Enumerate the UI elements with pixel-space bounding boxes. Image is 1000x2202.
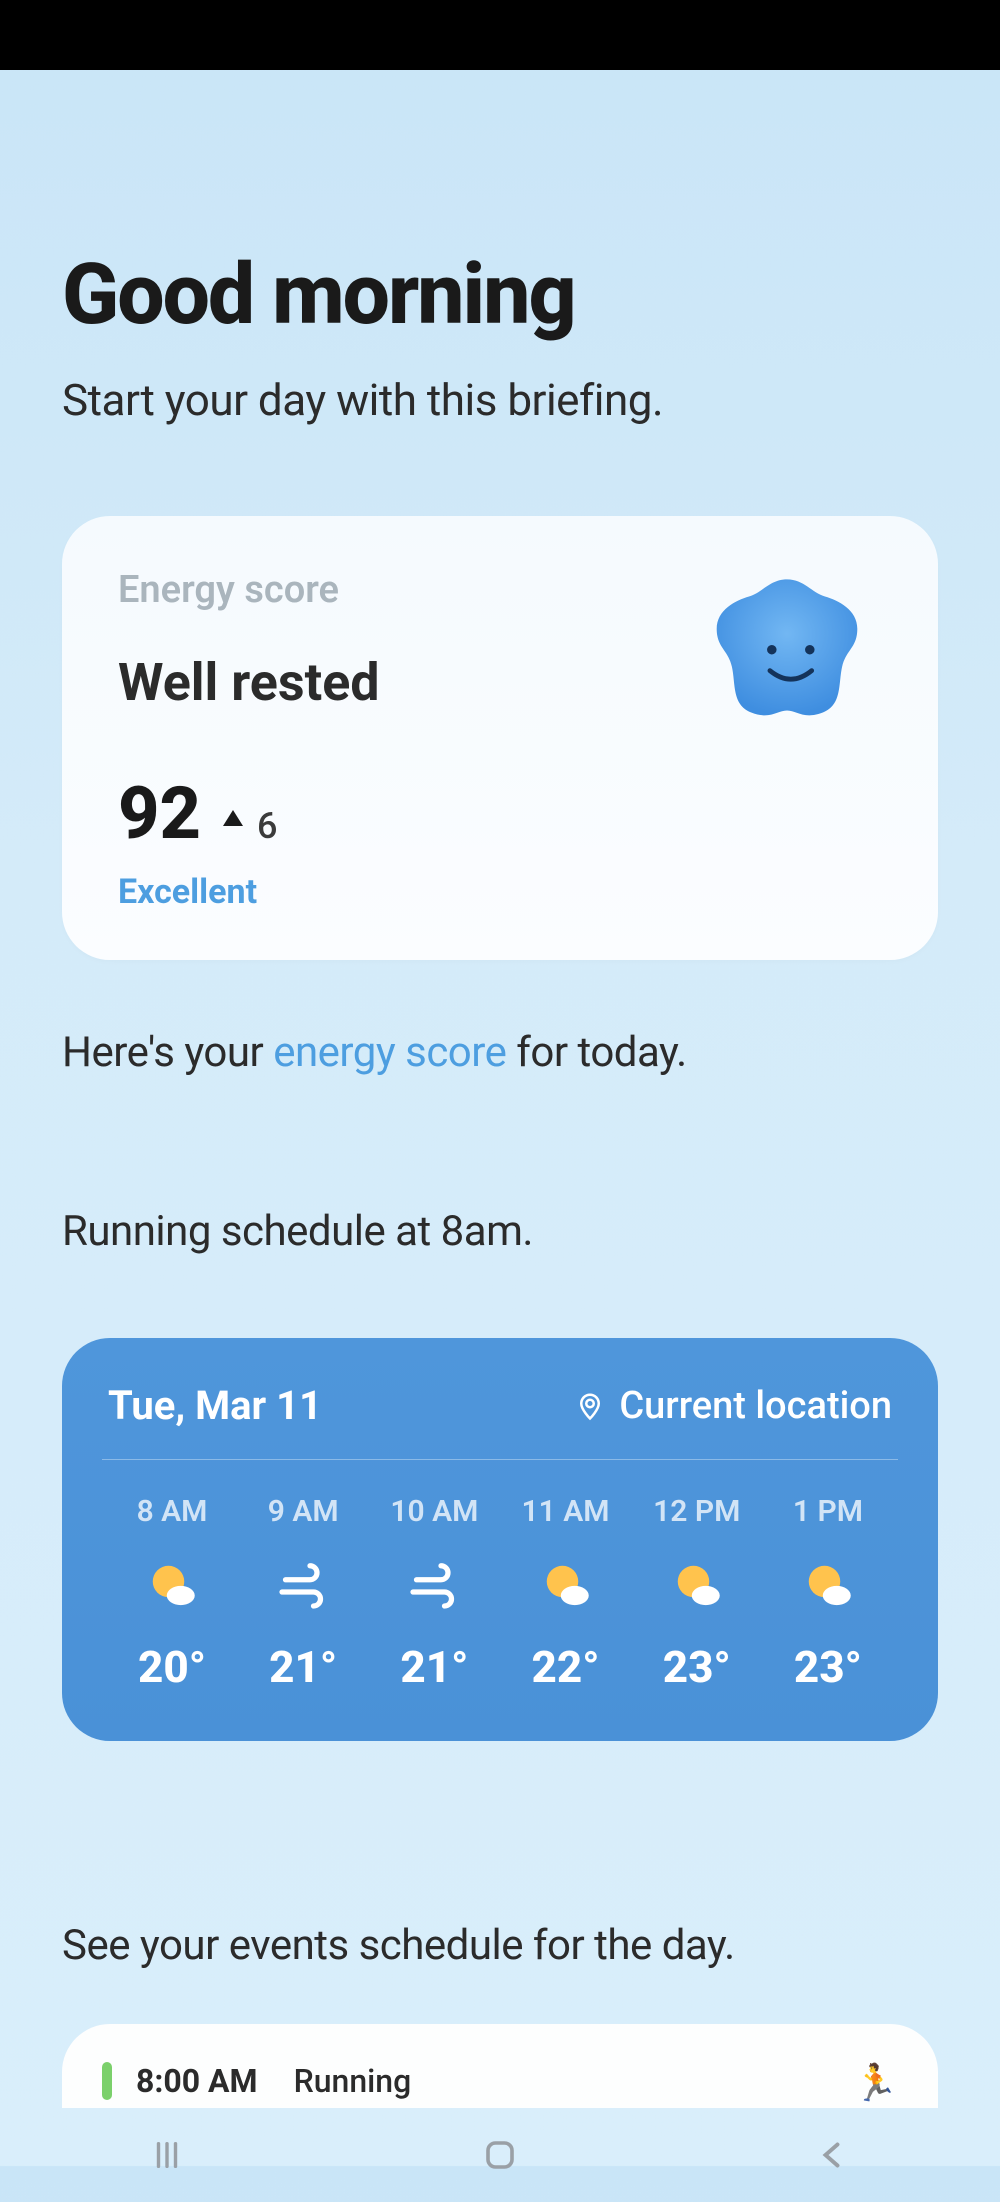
hour-label: 12 PM — [653, 1494, 740, 1529]
weather-location-wrap[interactable]: Current location — [575, 1384, 892, 1428]
weather-hour-col: 8 AM 20° — [108, 1494, 236, 1693]
wind-icon — [275, 1557, 331, 1613]
weather-header: Tue, Mar 11 Current location — [102, 1382, 898, 1460]
energy-score-delta: 6 — [257, 805, 277, 847]
events-line-text: See your events schedule for the day. — [62, 1921, 938, 1970]
status-bar — [0, 0, 1000, 70]
weather-hours-row: 8 AM20°9 AM21°10 AM21°11 AM22°12 PM23°1 … — [102, 1494, 898, 1693]
weather-hour-col: 9 AM 21° — [239, 1494, 367, 1693]
hour-temp: 21° — [269, 1641, 337, 1693]
energy-line-suffix: for today. — [506, 1028, 686, 1077]
sun-cloud-icon — [144, 1557, 200, 1613]
energy-line-prefix: Here's your — [62, 1028, 273, 1077]
wind-icon — [406, 1557, 462, 1613]
energy-line-text: Here's your energy score for today. — [62, 1028, 938, 1077]
back-button[interactable] — [733, 2125, 933, 2185]
weather-hour-col: 1 PM 23° — [764, 1494, 892, 1693]
event-color-bar — [102, 2062, 112, 2100]
hour-temp: 22° — [532, 1641, 600, 1693]
event-time: 8:00 AM — [136, 2062, 258, 2100]
sun-cloud-icon — [800, 1557, 856, 1613]
delta-up-icon — [223, 810, 243, 826]
hour-temp: 23° — [663, 1641, 731, 1693]
hour-label: 10 AM — [390, 1494, 478, 1529]
hour-temp: 21° — [400, 1641, 468, 1693]
hour-label: 11 AM — [522, 1494, 610, 1529]
hour-label: 8 AM — [137, 1494, 208, 1529]
weather-hour-col: 11 AM 22° — [502, 1494, 630, 1693]
energy-score-rating: Excellent — [118, 872, 882, 912]
hour-temp: 20° — [138, 1641, 206, 1693]
energy-score-link[interactable]: energy score — [273, 1028, 506, 1077]
energy-score-row: 92 6 — [118, 771, 882, 856]
weather-hour-col: 10 AM 21° — [370, 1494, 498, 1693]
greeting-block: Good morning Start your day with this br… — [62, 70, 938, 426]
events-card[interactable]: 8:00 AM Running 🏃 — [62, 2024, 938, 2108]
hour-temp: 23° — [794, 1641, 862, 1693]
events-schedule-link[interactable]: events schedule — [229, 1921, 523, 1970]
events-line-suffix: for the day. — [523, 1921, 735, 1970]
runner-icon: 🏃 — [853, 2062, 898, 2104]
home-button[interactable] — [400, 2125, 600, 2185]
greeting-subtitle: Start your day with this briefing. — [62, 374, 938, 426]
greeting-title: Good morning — [62, 245, 938, 344]
hour-label: 9 AM — [268, 1494, 339, 1529]
weather-date: Tue, Mar 11 — [108, 1382, 322, 1429]
energy-score-value: 92 — [118, 771, 201, 856]
running-schedule-text: Running schedule at 8am. — [62, 1207, 938, 1256]
weather-location: Current location — [619, 1384, 892, 1428]
energy-mascot-icon — [692, 568, 882, 758]
events-line-prefix: See your — [62, 1921, 229, 1970]
location-pin-icon — [575, 1391, 605, 1421]
weather-hour-col: 12 PM 23° — [633, 1494, 761, 1693]
weather-card[interactable]: Tue, Mar 11 Current location 8 AM 20° 9 AM… — [62, 1338, 938, 1741]
sun-cloud-icon — [538, 1557, 594, 1613]
sun-cloud-icon — [669, 1557, 725, 1613]
energy-score-card[interactable]: Energy score Well rested 92 6 Excellent — [62, 516, 938, 960]
recents-button[interactable] — [67, 2125, 267, 2185]
hour-label: 1 PM — [793, 1494, 863, 1529]
system-nav-bar — [0, 2108, 1000, 2202]
event-title: Running — [294, 2062, 412, 2100]
